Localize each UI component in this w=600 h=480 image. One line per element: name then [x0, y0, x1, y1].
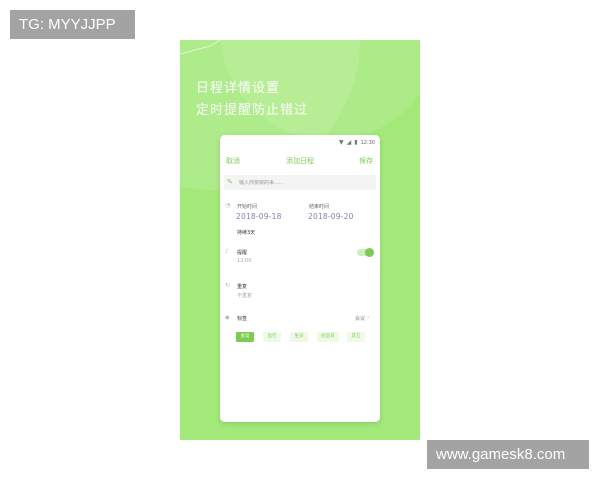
start-date-value[interactable]: 2018-09-18	[236, 212, 282, 221]
repeat-icon: ↻	[225, 282, 231, 289]
event-title-input[interactable]	[239, 179, 369, 186]
watermark-bottom-right: www.gamesk8.com	[427, 440, 589, 469]
tag-chip-anniversary[interactable]: 纪念日	[317, 332, 339, 342]
reminder-label: 提醒	[237, 250, 248, 256]
start-time-label: 开始时间	[237, 204, 258, 210]
bell-icon: ♪	[225, 248, 229, 255]
pencil-icon: ✎	[227, 178, 233, 186]
phone-screen: ▼ ◢ ▮ 12:30 取消 添加日程 保存 ✎ ◔ 开始时间 2018-09-…	[220, 135, 380, 422]
save-button[interactable]: 保存	[359, 156, 373, 166]
end-time-label: 结束时间	[309, 204, 330, 210]
clock-icon: ◔	[225, 202, 231, 209]
reminder-toggle[interactable]	[357, 248, 374, 257]
promo-headline: 日程详情设置	[196, 81, 281, 96]
signal-icon: ◢	[346, 138, 352, 146]
toggle-knob	[365, 248, 374, 257]
tags-label: 标签	[237, 316, 248, 322]
wifi-icon: ▼	[339, 138, 344, 146]
end-date-value[interactable]: 2018-09-20	[308, 212, 354, 221]
chevron-right-icon[interactable]: ›	[367, 314, 369, 321]
status-bar: ▼ ◢ ▮ 12:30	[339, 138, 375, 147]
promo-subheadline: 定时提醒防止错过	[196, 103, 309, 118]
tag-chip-travel[interactable]: 出行	[263, 332, 281, 342]
event-title-field[interactable]: ✎	[224, 175, 376, 190]
nav-bar: 取消 添加日程 保存	[220, 152, 380, 168]
repeat-label[interactable]: 重复	[237, 283, 247, 290]
battery-icon: ▮	[354, 138, 358, 146]
tag-chip-birthday[interactable]: 生日	[290, 332, 308, 342]
status-time: 12:30	[360, 139, 375, 146]
promo-panel: 日程详情设置 定时提醒防止错过 ▼ ◢ ▮ 12:30 取消 添加日程 保存 ✎…	[180, 40, 420, 440]
tags-selected-value[interactable]: 会议	[355, 315, 365, 322]
tag-chip-other[interactable]: 其它	[347, 332, 365, 342]
decor-line	[180, 40, 221, 55]
tag-icon: ◆	[225, 314, 230, 321]
repeat-value: 不重复	[237, 293, 253, 299]
reminder-time-value: 12:00	[237, 258, 252, 264]
screenshot-canvas: TG: MYYJJPP 日程详情设置 定时提醒防止错过 ▼ ◢ ▮ 12:30 …	[0, 0, 600, 480]
duration-text: 持续3天	[237, 230, 256, 236]
watermark-top-left: TG: MYYJJPP	[10, 10, 135, 39]
page-title: 添加日程	[286, 157, 314, 165]
tag-chip-meeting[interactable]: 会议	[236, 332, 254, 342]
